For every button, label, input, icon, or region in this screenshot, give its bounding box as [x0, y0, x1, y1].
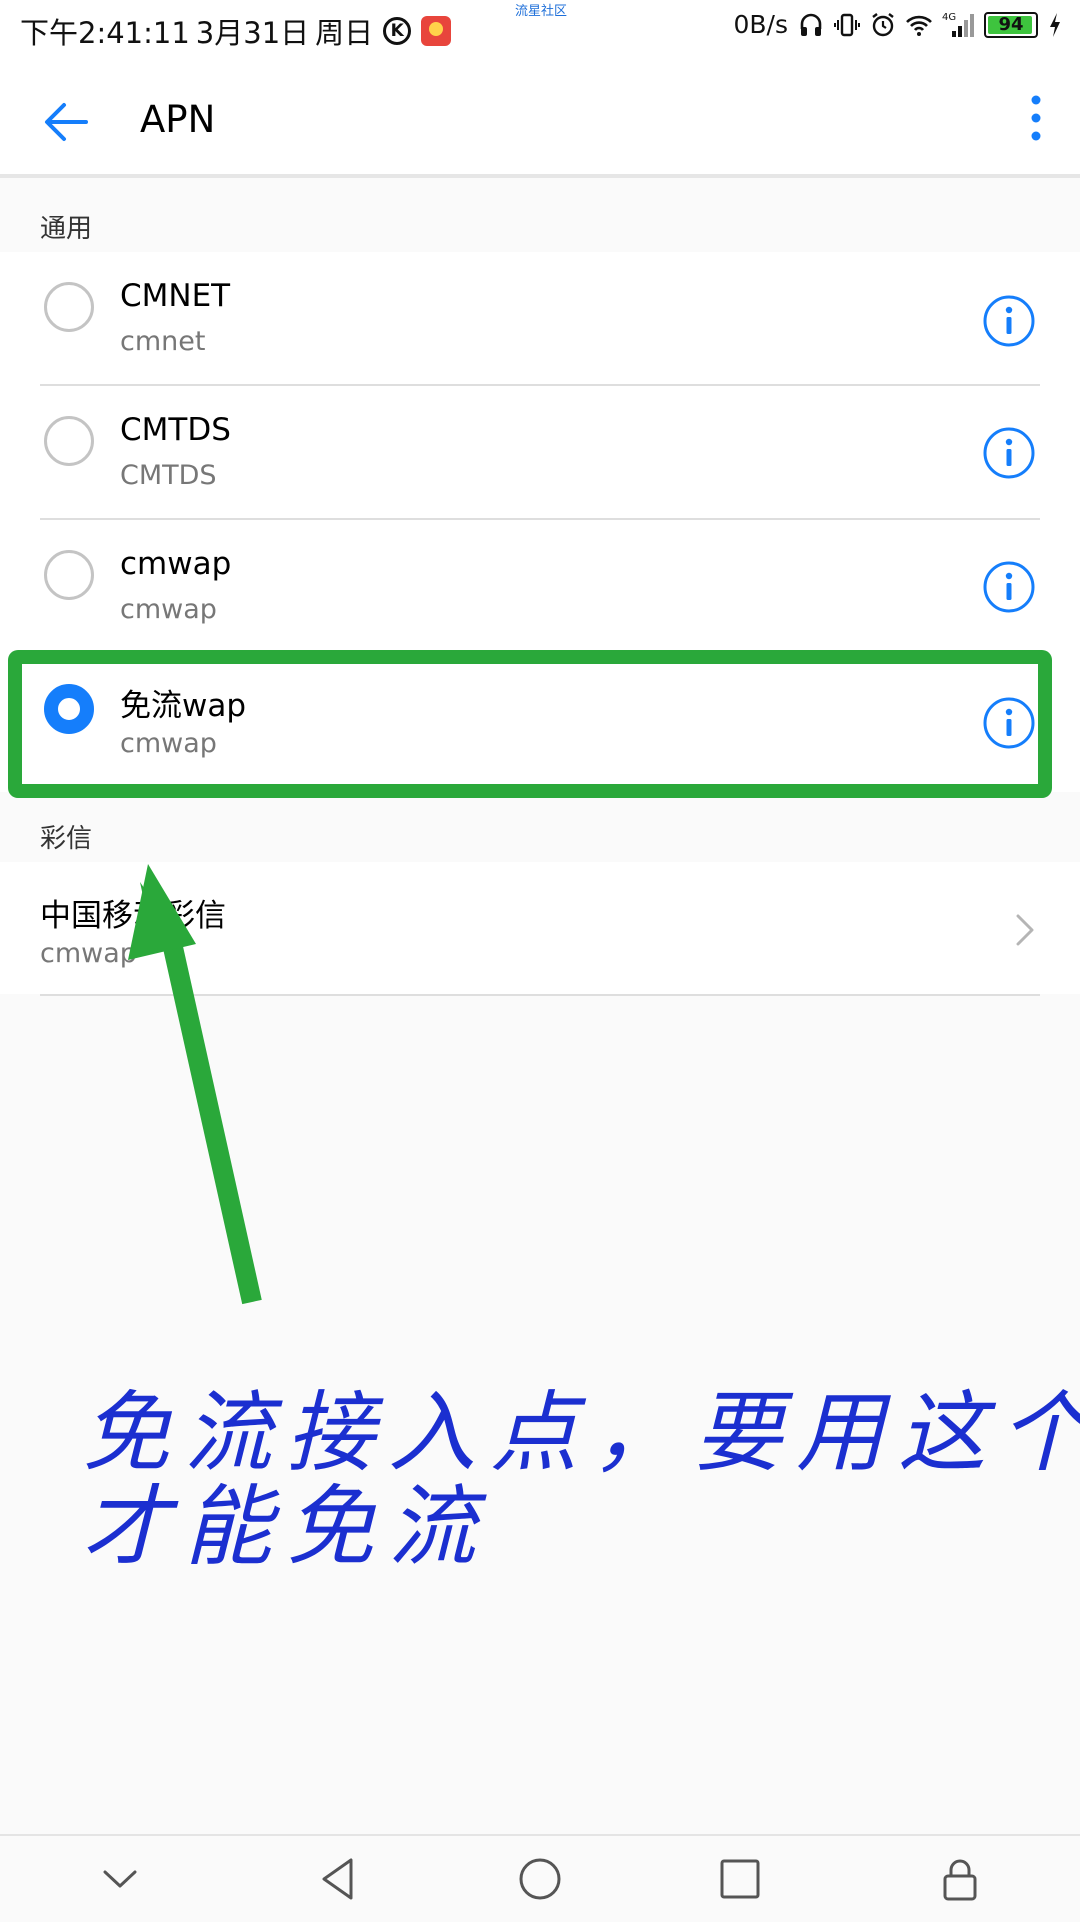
square-recents-icon — [720, 1859, 760, 1899]
info-icon — [983, 295, 1035, 347]
k-app-icon: K — [383, 17, 412, 45]
apn-value: cmnet — [120, 326, 206, 357]
nav-lock-button[interactable] — [935, 1854, 985, 1904]
nav-back-button[interactable] — [315, 1854, 365, 1904]
apn-name: CMNET — [120, 278, 231, 314]
info-icon — [983, 561, 1035, 613]
section-header-general: 通用 — [40, 214, 93, 244]
arrow-left-icon — [45, 103, 88, 141]
apn-row-cmwap[interactable]: cmwap cmwap — [0, 520, 1080, 654]
nav-hide-button[interactable] — [95, 1854, 145, 1904]
cell-signal-icon: 4G — [942, 11, 974, 39]
mms-name: 中国移动彩信 — [40, 898, 226, 934]
notification-app-icon — [421, 16, 452, 46]
apn-row-cmnet[interactable]: CMNET cmnet — [0, 252, 1080, 386]
status-date: 3月31日 — [195, 16, 310, 50]
headphones-icon — [798, 11, 824, 39]
mms-row-china-mobile[interactable]: 中国移动彩信 cmwap — [0, 862, 1080, 994]
wifi-icon — [906, 11, 932, 39]
nav-recents-button[interactable] — [715, 1854, 765, 1904]
info-icon — [983, 427, 1035, 479]
triangle-back-icon — [322, 1858, 353, 1900]
apn-value: CMTDS — [120, 460, 217, 491]
status-weekday: 周日 — [315, 16, 374, 50]
chevron-right-icon — [1010, 910, 1040, 950]
alarm-icon — [870, 11, 896, 39]
status-center-text: 流星社区 — [515, 4, 568, 19]
apn-value: cmwap — [120, 594, 217, 625]
apn-radio[interactable] — [44, 550, 94, 600]
apn-row-cmtds[interactable]: CMTDS CMTDS — [0, 386, 1080, 520]
mms-apn-value: cmwap — [40, 938, 137, 969]
apn-info-button[interactable] — [982, 426, 1036, 480]
status-bar: 下午2:41:11 3月31日 周日 K 流星社区 0B/s 4G 94 — [0, 0, 1080, 62]
vibrate-icon — [834, 11, 860, 39]
divider — [40, 994, 1040, 996]
apn-info-button[interactable] — [982, 294, 1036, 348]
nav-home-button[interactable] — [515, 1854, 565, 1904]
lock-icon — [943, 1859, 977, 1901]
apn-radio[interactable] — [44, 282, 94, 332]
apn-info-button[interactable] — [982, 560, 1036, 614]
circle-home-icon — [519, 1858, 561, 1900]
signal-type-label: 4G — [942, 12, 956, 23]
navigation-bar — [0, 1834, 1080, 1922]
apn-name: cmwap — [120, 546, 232, 582]
status-left: 下午2:41:11 3月31日 周日 K — [20, 10, 452, 52]
annotation-text-line2: 才能免流 — [82, 1475, 491, 1578]
status-right: 0B/s 4G 94 — [733, 10, 1062, 39]
apn-radio[interactable] — [44, 416, 94, 466]
chevron-down-icon — [103, 1870, 137, 1888]
battery-level: 94 — [998, 14, 1024, 35]
back-button[interactable] — [38, 92, 98, 152]
section-header-mms: 彩信 — [40, 824, 93, 854]
more-options-button[interactable] — [1012, 88, 1060, 148]
battery-indicator: 94 — [984, 11, 1038, 38]
page-title: APN — [140, 98, 216, 141]
net-speed: 0B/s — [733, 10, 788, 39]
app-bar: APN — [0, 62, 1080, 178]
status-time: 下午2:41:11 — [20, 16, 190, 50]
charging-icon — [1048, 11, 1062, 39]
more-vertical-icon — [1031, 95, 1041, 141]
apn-name: CMTDS — [120, 412, 231, 448]
annotation-highlight-box — [8, 650, 1052, 798]
